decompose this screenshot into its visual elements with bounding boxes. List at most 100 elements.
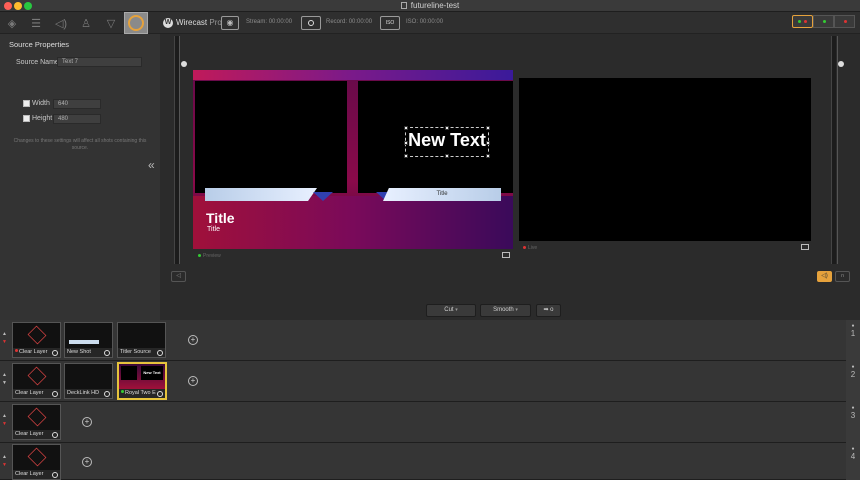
shot-name: Clear Layer	[15, 390, 44, 396]
layout-dual-button[interactable]	[792, 15, 813, 28]
source-icon[interactable]	[124, 12, 148, 34]
gear-icon[interactable]	[52, 391, 58, 397]
width-checkbox[interactable]	[23, 100, 30, 107]
window-title: futureline-test	[0, 0, 860, 12]
shot-decklink-hd[interactable]: DeckLink HD	[64, 363, 113, 399]
add-shot-button[interactable]: +	[82, 417, 92, 427]
resize-handle[interactable]	[404, 154, 408, 158]
go-button[interactable]: ➡ o	[536, 304, 561, 317]
add-shot-button[interactable]: +	[82, 457, 92, 467]
iso-record-icon[interactable]: ISO	[380, 16, 400, 30]
live-monitor-icon[interactable]	[801, 244, 809, 250]
shot-titler-source[interactable]: Titler Source	[117, 322, 166, 358]
width-label: Width	[32, 100, 50, 107]
clear-layer-icon	[27, 325, 47, 345]
resize-handle[interactable]	[486, 126, 490, 130]
cut-transition-select[interactable]: Cut ▾	[426, 304, 476, 317]
layout-single-live-button[interactable]	[834, 15, 855, 28]
preview-label: Preview	[198, 253, 221, 259]
add-shot-button[interactable]: +	[188, 376, 198, 386]
height-input[interactable]: 480	[53, 114, 101, 124]
audio-icon[interactable]: ◁)	[49, 12, 73, 34]
layer-2-arrows[interactable]: ▲ ▼	[2, 371, 7, 387]
layer-number: ● 3	[846, 402, 860, 443]
headphones-icon[interactable]: ∩	[835, 271, 850, 282]
smooth-transition-select[interactable]: Smooth ▾	[480, 304, 531, 317]
layer-4-arrows[interactable]: ▲ ▼	[2, 453, 7, 469]
layer-number: ● 2	[846, 361, 860, 402]
stream-label: Stream:	[246, 19, 268, 25]
shot-clear-layer[interactable]: Clear Layer	[12, 322, 61, 358]
preview-volume-track	[179, 36, 180, 264]
settings-note: Changes to these settings will affect al…	[13, 138, 147, 151]
add-shot-button[interactable]: +	[188, 335, 198, 345]
stream-time: 00:00:00	[268, 19, 293, 25]
iso-status: ISO: 00:00:00	[406, 19, 443, 25]
clear-layer-icon	[27, 366, 47, 386]
preview-canvas[interactable]: Title Title Title New Text	[193, 70, 513, 249]
filter-icon[interactable]: ▽	[99, 12, 123, 34]
collapse-panel-icon[interactable]: «	[148, 158, 155, 172]
shot-royal-two[interactable]: New Text Royal Two E	[117, 362, 167, 400]
resize-handle[interactable]	[486, 154, 490, 158]
sliders-icon[interactable]: ☰	[24, 12, 48, 34]
layer-row-3	[0, 402, 846, 443]
shot-new-shot[interactable]: New Shot	[64, 322, 113, 358]
preview-mute-icon[interactable]: ◁	[171, 271, 186, 282]
royal-thumb-text: New Text	[141, 366, 163, 380]
gear-icon[interactable]	[52, 472, 58, 478]
shot-clear-layer[interactable]: Clear Layer	[12, 444, 61, 480]
preview-lower-third-right: Title	[383, 188, 501, 201]
panel-heading: Source Properties	[9, 40, 70, 49]
layer-3-arrows[interactable]: ▲ ▼	[2, 412, 7, 428]
cut-label: Cut	[444, 307, 454, 313]
shot-name: Titler Source	[120, 349, 151, 355]
live-audio-icon[interactable]: ◁)	[817, 271, 832, 282]
preview-volume-slider[interactable]	[181, 61, 187, 67]
source-name-input[interactable]: Text 7	[57, 57, 142, 67]
gear-icon[interactable]	[157, 350, 163, 356]
gear-icon[interactable]	[52, 432, 58, 438]
wirecast-logo-icon: W	[163, 18, 173, 28]
text-selection-box[interactable]: New Text	[404, 126, 490, 158]
record-status: Record: 00:00:00	[326, 19, 372, 25]
layer-row-4	[0, 443, 846, 480]
preview-top-bar	[193, 70, 513, 80]
gear-icon[interactable]	[157, 391, 163, 397]
shot-clear-layer[interactable]: Clear Layer	[12, 363, 61, 399]
width-input[interactable]: 640	[53, 99, 101, 109]
clear-layer-icon	[27, 407, 47, 427]
clear-layer-icon	[27, 447, 47, 467]
shot-clear-layer[interactable]: Clear Layer	[12, 404, 61, 440]
source-name-label: Source Name:	[16, 59, 61, 66]
shot-name: Clear Layer	[15, 471, 44, 477]
live-audio-meter	[831, 36, 836, 264]
layers-icon[interactable]: ◈	[0, 12, 24, 34]
person-icon[interactable]: ♙	[74, 12, 98, 34]
height-checkbox[interactable]	[23, 115, 30, 122]
resize-handle[interactable]	[445, 154, 449, 158]
thumbnail-bar	[69, 340, 99, 344]
record-button[interactable]	[301, 16, 321, 30]
shot-name: DeckLink HD	[67, 390, 100, 396]
shot-name: Clear Layer	[15, 431, 44, 437]
resize-handle[interactable]	[404, 141, 408, 145]
record-label: Record:	[326, 19, 348, 25]
resize-handle[interactable]	[486, 141, 490, 145]
layer-number: ● 4	[846, 443, 860, 480]
height-label: Height	[32, 115, 53, 122]
layout-single-preview-button[interactable]	[813, 15, 834, 28]
shot-name: Clear Layer	[19, 349, 48, 355]
gear-icon[interactable]	[52, 350, 58, 356]
layer-1-arrows[interactable]: ▲ ▼	[2, 330, 7, 346]
gear-icon[interactable]	[104, 350, 110, 356]
live-volume-slider[interactable]	[838, 61, 844, 67]
new-text-layer[interactable]: New Text	[406, 130, 488, 151]
preview-monitor-icon[interactable]	[502, 252, 510, 258]
app-name: Wirecast Pro	[176, 18, 222, 27]
stream-icon[interactable]: ◉	[221, 16, 239, 30]
resize-handle[interactable]	[404, 126, 408, 130]
resize-handle[interactable]	[445, 126, 449, 130]
shot-name: New Shot	[67, 349, 91, 355]
gear-icon[interactable]	[104, 391, 110, 397]
